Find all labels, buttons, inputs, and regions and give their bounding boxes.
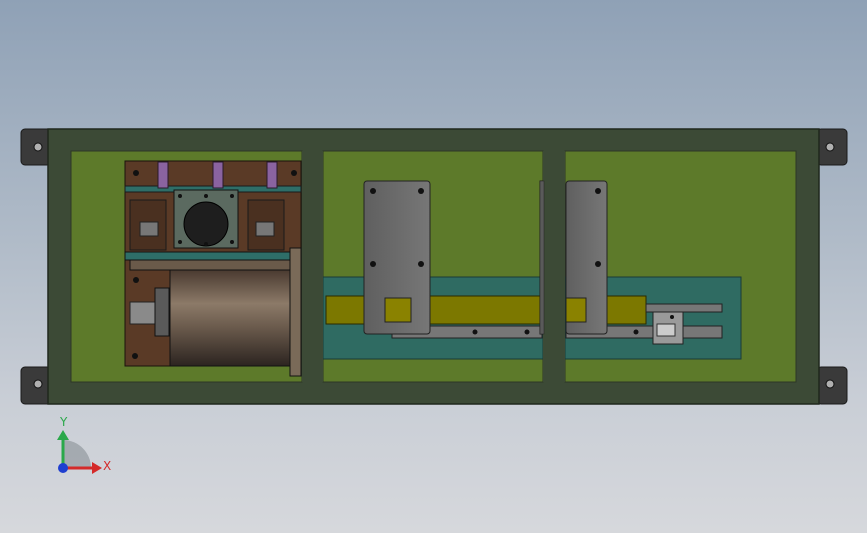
bolt xyxy=(133,170,139,176)
bolt xyxy=(633,329,639,335)
x-axis-arrow xyxy=(92,462,102,474)
bolt xyxy=(204,194,208,198)
cross-plate xyxy=(124,251,302,261)
mount-hole-bottom-left xyxy=(33,379,43,389)
clip-2 xyxy=(212,161,224,189)
bolt xyxy=(370,188,376,194)
bolt xyxy=(178,194,182,198)
bolt xyxy=(230,194,234,198)
clip-3 xyxy=(266,161,278,189)
bolt xyxy=(370,261,376,267)
carriage-pad-1 xyxy=(384,297,412,323)
x-axis-label: X xyxy=(103,459,111,473)
motor-side-block xyxy=(154,287,170,337)
bolt xyxy=(524,329,530,335)
bolt xyxy=(472,329,478,335)
linear-rail-mid[interactable] xyxy=(325,295,543,325)
bolt xyxy=(291,170,297,176)
y-axis-label: Y xyxy=(59,415,68,429)
bolt xyxy=(132,353,138,359)
bolt xyxy=(230,240,234,244)
bolt xyxy=(670,315,674,319)
left-bay[interactable] xyxy=(70,150,303,383)
guide-slot-left xyxy=(139,221,159,237)
clip-1 xyxy=(157,161,169,189)
bolt xyxy=(418,261,424,267)
guide-slot-right xyxy=(255,221,275,237)
bolt xyxy=(204,242,208,246)
mount-hole-top-right xyxy=(825,142,835,152)
mount-hole-bottom-right xyxy=(825,379,835,389)
z-axis-dot xyxy=(58,463,68,473)
end-stop-inner xyxy=(656,323,676,337)
motor-shaft-housing[interactable] xyxy=(183,201,229,247)
axis-triad[interactable]: Y X xyxy=(57,415,111,474)
divider-2 xyxy=(543,151,565,382)
bolt xyxy=(595,188,601,194)
mount-hole-top-left xyxy=(33,142,43,152)
cad-model-viewport[interactable]: Y X xyxy=(0,0,867,533)
triad-xy-plane xyxy=(63,440,91,468)
carriage-plate-2-edge xyxy=(539,180,545,335)
motor-body[interactable] xyxy=(169,269,293,367)
carriage-pad-2 xyxy=(565,297,587,323)
divider-1 xyxy=(302,151,323,382)
y-axis-arrow xyxy=(57,430,69,440)
bolt xyxy=(178,240,182,244)
bolt xyxy=(418,188,424,194)
guide-bar-upper-right xyxy=(645,303,723,313)
cross-plate-2 xyxy=(129,259,297,271)
bolt xyxy=(595,261,601,267)
bolt xyxy=(133,277,139,283)
motor-endcap xyxy=(289,247,302,377)
